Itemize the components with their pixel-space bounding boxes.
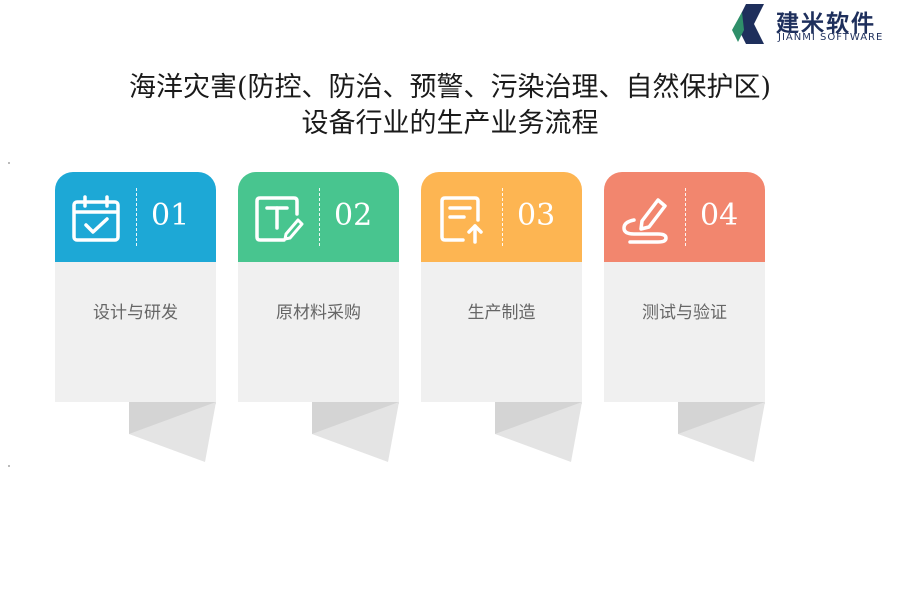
edge-dot xyxy=(8,465,10,467)
header-divider xyxy=(319,188,320,246)
text-edit-icon xyxy=(255,196,304,242)
card-header: 01 xyxy=(55,172,216,262)
leaf-logo-icon xyxy=(732,4,764,44)
step-label: 测试与验证 xyxy=(642,303,727,323)
step-label: 生产制造 xyxy=(467,303,536,323)
card-header: 04 xyxy=(604,172,765,262)
header-divider xyxy=(685,188,686,246)
title-line-2: 设备行业的生产业务流程 xyxy=(301,108,599,139)
header-divider xyxy=(136,188,137,246)
card-header: 02 xyxy=(238,172,399,262)
step-number: 04 xyxy=(700,198,739,233)
card-body xyxy=(55,262,216,402)
title-line-1: 海洋灾害(防控、防治、预警、污染治理、自然保护区) xyxy=(128,72,772,103)
card-body xyxy=(604,262,765,402)
document-upload-icon xyxy=(440,196,483,244)
brand-logo: 建米软件 JIANMI SOFTWARE xyxy=(724,2,900,46)
step-number: 03 xyxy=(517,198,556,233)
step-card-04: 04 测试与验证 xyxy=(604,172,765,462)
page-title: 海洋灾害(防控、防治、预警、污染治理、自然保护区) 设备行业的生产业务流程 xyxy=(0,70,900,142)
step-card-03: 03 生产制造 xyxy=(421,172,582,462)
calendar-check-icon xyxy=(72,195,120,242)
card-body xyxy=(421,262,582,402)
logo-name-en: JIANMI SOFTWARE xyxy=(778,32,884,43)
step-card-01: 01 设计与研发 xyxy=(55,172,216,462)
step-label: 设计与研发 xyxy=(93,303,178,323)
header-divider xyxy=(502,188,503,246)
step-number: 01 xyxy=(151,198,190,233)
signature-pen-icon xyxy=(622,198,668,244)
step-number: 02 xyxy=(334,198,373,233)
card-header: 03 xyxy=(421,172,582,262)
card-body xyxy=(238,262,399,402)
step-label: 原材料采购 xyxy=(276,303,361,323)
step-card-02: 02 原材料采购 xyxy=(238,172,399,462)
edge-dot xyxy=(8,162,10,164)
